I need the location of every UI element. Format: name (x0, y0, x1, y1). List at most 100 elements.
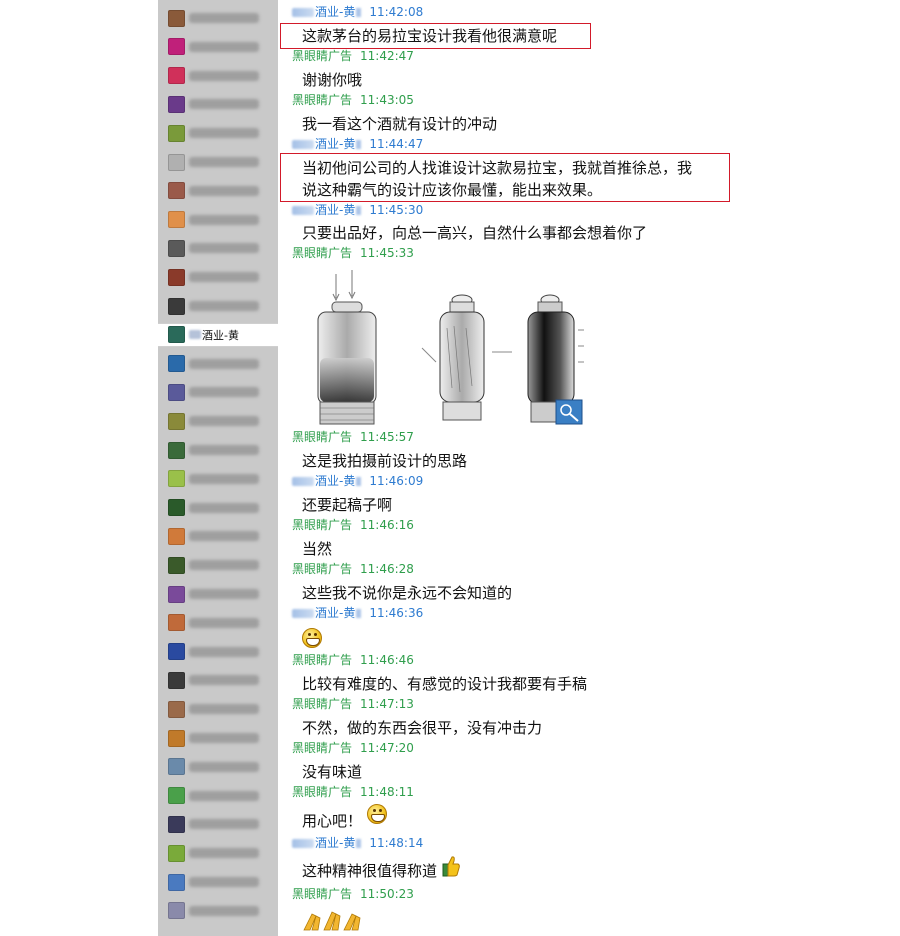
contact-item-active[interactable]: 酒业-黄 (158, 322, 278, 347)
clapping-hands-emoji-icon (302, 908, 368, 936)
timestamp: 11:50:23 (360, 887, 414, 901)
message-header: 黑眼睛广告 11:45:33 (292, 247, 414, 260)
contact-item[interactable] (158, 409, 278, 433)
message-header: 黑眼睛广告 11:46:16 (292, 519, 414, 532)
contact-item[interactable] (158, 870, 278, 894)
contact-item[interactable] (158, 294, 278, 318)
avatar (168, 355, 185, 373)
timestamp: 11:45:30 (369, 203, 424, 217)
blurred-contact-name (189, 560, 259, 571)
contact-item[interactable] (158, 640, 278, 664)
blurred-contact-name (189, 185, 259, 196)
sender-name: 黑眼睛广告 (292, 785, 353, 799)
message-text: 只要出品好，向总一高兴，自然什么事都会想着你了 (302, 224, 648, 242)
contact-item[interactable] (158, 150, 278, 174)
blurred-contact-name (189, 358, 259, 369)
sender-name: 黑眼睛广告 (292, 49, 353, 63)
contact-item[interactable] (158, 380, 278, 404)
message-header: 黑眼睛广告 11:42:47 (292, 50, 414, 63)
contact-item[interactable] (158, 92, 278, 116)
contact-item[interactable] (158, 553, 278, 577)
contact-item[interactable] (158, 6, 278, 30)
timestamp: 11:46:28 (360, 562, 414, 576)
message-header: 黑眼睛广告 11:43:05 (292, 94, 414, 107)
avatar (168, 297, 185, 315)
avatar (168, 9, 185, 27)
avatar (168, 326, 185, 344)
contact-item[interactable] (158, 121, 278, 145)
message-body: 用心吧！ (302, 803, 387, 832)
message-text: 说这种霸气的设计应该你最懂，能出来效果。 (302, 181, 603, 199)
blurred-contact-name (189, 70, 259, 81)
message-text: 用心吧！ (302, 812, 363, 830)
sender-name: 黑眼睛广告 (292, 653, 353, 667)
blurred-contact-name (189, 733, 259, 743)
timestamp: 11:46:46 (360, 653, 414, 667)
bottle-sketch-image[interactable] (302, 268, 598, 430)
contact-item[interactable] (158, 841, 278, 865)
sender-name: 黑眼睛广告 (292, 246, 353, 260)
avatar (168, 815, 185, 833)
contact-item[interactable] (158, 668, 278, 692)
contact-item[interactable] (158, 697, 278, 721)
timestamp: 11:47:13 (360, 697, 414, 711)
contact-item[interactable] (158, 208, 278, 232)
message-header: 黑眼睛广告 11:50:23 (292, 888, 414, 901)
avatar (168, 787, 185, 805)
blurred-contact-name (189, 387, 259, 398)
message-text: 还要起稿子啊 (302, 496, 393, 514)
message-text: 我一看这个酒就有设计的冲动 (302, 115, 498, 133)
message-header: 酒业-黄 11:42:08 (292, 6, 423, 19)
avatar (168, 873, 185, 891)
contact-item[interactable] (158, 236, 278, 260)
timestamp: 11:45:57 (360, 430, 414, 444)
contact-item[interactable] (158, 179, 278, 203)
sender-name: 酒业-黄 (315, 606, 356, 620)
message-text: 不然，做的东西会很平，没有冲击力 (302, 719, 543, 737)
contact-item[interactable] (158, 582, 278, 606)
avatar (168, 383, 185, 401)
message-header: 黑眼睛广告 11:46:28 (292, 563, 414, 576)
sender-name: 黑眼睛广告 (292, 741, 353, 755)
sender-name: 黑眼睛广告 (292, 93, 353, 107)
timestamp: 11:44:47 (369, 137, 424, 151)
contact-item[interactable] (158, 899, 278, 923)
message-text: 谢谢你哦 (302, 71, 363, 89)
blurred-contact-name (189, 41, 259, 52)
blurred-contact-name (189, 214, 259, 225)
contact-item[interactable] (158, 64, 278, 88)
blurred-contact-name (189, 877, 259, 887)
contact-item[interactable] (158, 611, 278, 635)
contact-item[interactable] (158, 265, 278, 289)
contact-item[interactable] (158, 352, 278, 376)
blurred-name-prefix (292, 8, 314, 17)
message-header: 黑眼睛广告 11:47:20 (292, 742, 414, 755)
contact-item[interactable] (158, 496, 278, 520)
contact-item[interactable] (158, 726, 278, 750)
timestamp: 11:48:14 (369, 836, 424, 850)
contact-item[interactable] (158, 812, 278, 836)
avatar (168, 470, 185, 488)
timestamp: 11:45:33 (360, 246, 414, 260)
message-header: 酒业-黄 11:46:36 (292, 607, 423, 620)
blurred-contact-name (189, 445, 259, 455)
avatar (168, 67, 185, 85)
timestamp: 11:46:36 (369, 606, 424, 620)
contact-item[interactable] (158, 784, 278, 808)
contact-item[interactable] (158, 467, 278, 491)
thumbs-up-emoji-icon (442, 855, 460, 877)
avatar (168, 556, 185, 574)
blurred-contact-name (189, 617, 259, 628)
contact-item[interactable] (158, 524, 278, 548)
message-text: 当初他问公司的人找谁设计这款易拉宝，我就首推徐总，我 (302, 159, 693, 177)
message-header: 黑眼睛广告 11:48:11 (292, 786, 414, 799)
sender-name: 黑眼睛广告 (292, 562, 353, 576)
contact-item[interactable] (158, 755, 278, 779)
message-text: 没有味道 (302, 763, 363, 781)
sender-name: 酒业-黄 (315, 203, 356, 217)
contact-item[interactable] (158, 35, 278, 59)
blurred-contact-name (189, 819, 259, 830)
contact-item[interactable] (158, 438, 278, 462)
sender-name: 酒业-黄 (315, 137, 356, 151)
avatar (168, 153, 185, 171)
